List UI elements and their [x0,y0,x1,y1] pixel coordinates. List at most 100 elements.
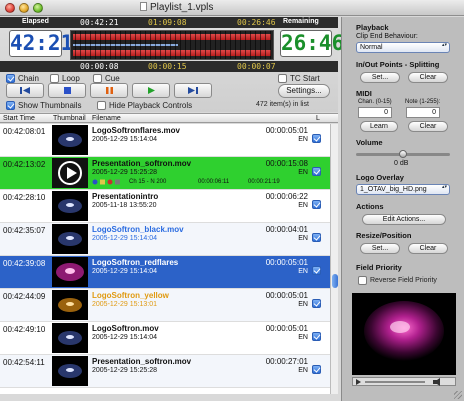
resize-grip[interactable] [454,391,462,399]
strip2-elapsed: 00:00:08 [80,62,119,71]
midi-chan-label: Chan. (0-15) [358,99,392,105]
chain-checkbox[interactable] [6,74,15,83]
volume-knob[interactable] [399,150,407,158]
midi-note-field[interactable]: 0 [406,107,440,118]
row-start-time: 00:42:54:11 [3,358,45,367]
stop-button[interactable] [48,83,86,98]
playlist-table: 00:42:08:01 LogoSoftronflares.mov 2005-12-… [0,124,330,394]
chain-label: Chain [18,74,39,83]
skip-forward-icon [188,87,198,94]
preview-controls[interactable] [352,377,456,386]
zoom-window-button[interactable] [33,3,43,13]
edit-actions-button[interactable]: Edit Actions... [362,214,446,225]
row-duration: 00:00:27:01 [265,357,308,366]
resize-clear-button[interactable]: Clear [408,243,448,254]
midi-learn-button[interactable]: Learn [360,121,398,132]
cue-checkbox[interactable] [93,74,102,83]
table-row[interactable]: 00:42:49:10 LogoSoftron.mov 2005-12-29 15:… [0,322,330,355]
midi-chan-field[interactable]: 0 [358,107,392,118]
cue-label: Cue [105,74,120,83]
show-thumbnails-option[interactable]: Show Thumbnails [6,101,81,110]
strip-remaining: 00:26:46 [237,18,276,27]
logo-overlay-title: Logo Overlay [356,173,404,182]
play-button[interactable] [132,83,170,98]
vertical-scrollbar[interactable] [330,124,338,394]
hide-playback-controls-option[interactable]: Hide Playback Controls [97,101,192,110]
resize-set-button[interactable]: Set... [360,243,400,254]
row-thumbnail [52,224,88,254]
field-priority-title: Field Priority [356,263,402,272]
row-enabled-checkbox[interactable] [312,167,321,176]
row-enabled-checkbox[interactable] [312,233,321,242]
row-duration: 00:00:15:08 [265,159,308,168]
strip2-duration: 00:00:15 [148,62,187,71]
reverse-field-option[interactable]: Reverse Field Priority [358,276,437,285]
column-filename[interactable]: Filename [92,115,121,122]
row-enabled-checkbox[interactable] [312,134,321,143]
cue-option[interactable]: Cue [93,74,120,83]
volume-value: 0 dB [394,160,409,167]
midi-title: MIDI [356,89,372,98]
chain-option[interactable]: Chain [6,74,39,83]
settings-button[interactable]: Settings... [278,84,330,98]
clip-end-select[interactable]: Normal [356,42,450,53]
loop-checkbox[interactable] [50,74,59,83]
table-row[interactable]: 00:42:08:01 LogoSoftronflares.mov 2005-12-… [0,124,330,157]
row-enabled-checkbox[interactable] [312,200,321,209]
remaining-label: Remaining [283,18,319,25]
items-count: 472 item(s) in list [256,101,309,108]
row-language: EN [298,367,308,374]
row-thumbnail [52,257,88,287]
column-start-time[interactable]: Start Time [3,115,35,122]
column-l[interactable]: L [316,115,320,122]
row-midi-info: Ch 15 - N 200 [129,179,167,185]
volume-slider[interactable] [356,150,450,158]
row-date: 2005-12-29 15:25:28 [92,169,157,176]
reverse-field-label: Reverse Field Priority [370,277,437,284]
table-row[interactable]: 00:42:39:08 LogoSoftron_redflares 2005-12-… [0,256,330,289]
row-enabled-checkbox[interactable] [312,332,321,341]
pause-icon [105,87,113,94]
pause-button[interactable] [90,83,128,98]
scrollbar-thumb[interactable] [332,274,338,288]
minimize-window-button[interactable] [19,3,29,13]
level-meter [70,30,274,60]
window-title-text: Playlist_1.vpls [150,2,214,13]
column-thumbnail[interactable]: Thumbnail [53,115,86,122]
table-row[interactable]: 00:42:44:09 LogoSoftron_yellow 2005-12-29 … [0,289,330,322]
close-window-button[interactable] [5,3,15,13]
row-language: EN [298,136,308,143]
preview-frame [352,293,456,375]
row-filename: LogoSoftron_redflares [92,258,179,267]
show-thumbnails-checkbox[interactable] [6,101,15,110]
table-row[interactable]: 00:42:28:10 Presentationintro 2005-11-18 1… [0,190,330,223]
tc-start-option[interactable]: TC Start [278,74,320,83]
table-row[interactable]: 00:42:35:07 LogoSoftron_black.mov 2005-12-… [0,223,330,256]
volume-title: Volume [356,138,383,147]
hide-playback-controls-checkbox[interactable] [97,101,106,110]
row-date: 2005-12-29 15:14:04 [92,268,157,275]
hide-playback-controls-label: Hide Playback Controls [109,101,193,110]
row-enabled-checkbox[interactable] [312,266,321,275]
loop-option[interactable]: Loop [50,74,80,83]
row-enabled-checkbox[interactable] [312,299,321,308]
loop-label: Loop [62,74,80,83]
transport-panel: Elapsed 00:42:21 01:09:08 00:26:46 Remai… [0,17,344,112]
next-button[interactable] [174,83,212,98]
row-enabled-checkbox[interactable] [312,365,321,374]
logo-overlay-select[interactable]: 1_OTAV_big_HD.png [356,184,450,195]
window-title: Playlist_1.vpls [140,2,213,13]
tc-start-checkbox[interactable] [278,74,287,83]
table-row[interactable]: 00:42:54:11 Presentation_softron.mov 2005-… [0,355,330,388]
row-date: 2005-11-18 13:55:20 [92,202,157,209]
row-date: 2005-12-29 15:14:04 [92,136,157,143]
clip-attribute-icons [92,179,120,185]
inout-clear-button[interactable]: Clear [408,72,448,83]
table-row[interactable]: 00:42:13:02 Presentation_softron.mov 2005-… [0,157,330,190]
inout-set-button[interactable]: Set... [360,72,400,83]
previous-button[interactable] [6,83,44,98]
inspector-panel: Playback Clip End Behaviour: Normal In/O… [341,17,464,401]
reverse-field-checkbox[interactable] [358,276,367,285]
row-start-time: 00:42:39:08 [3,259,46,268]
midi-clear-button[interactable]: Clear [408,121,448,132]
